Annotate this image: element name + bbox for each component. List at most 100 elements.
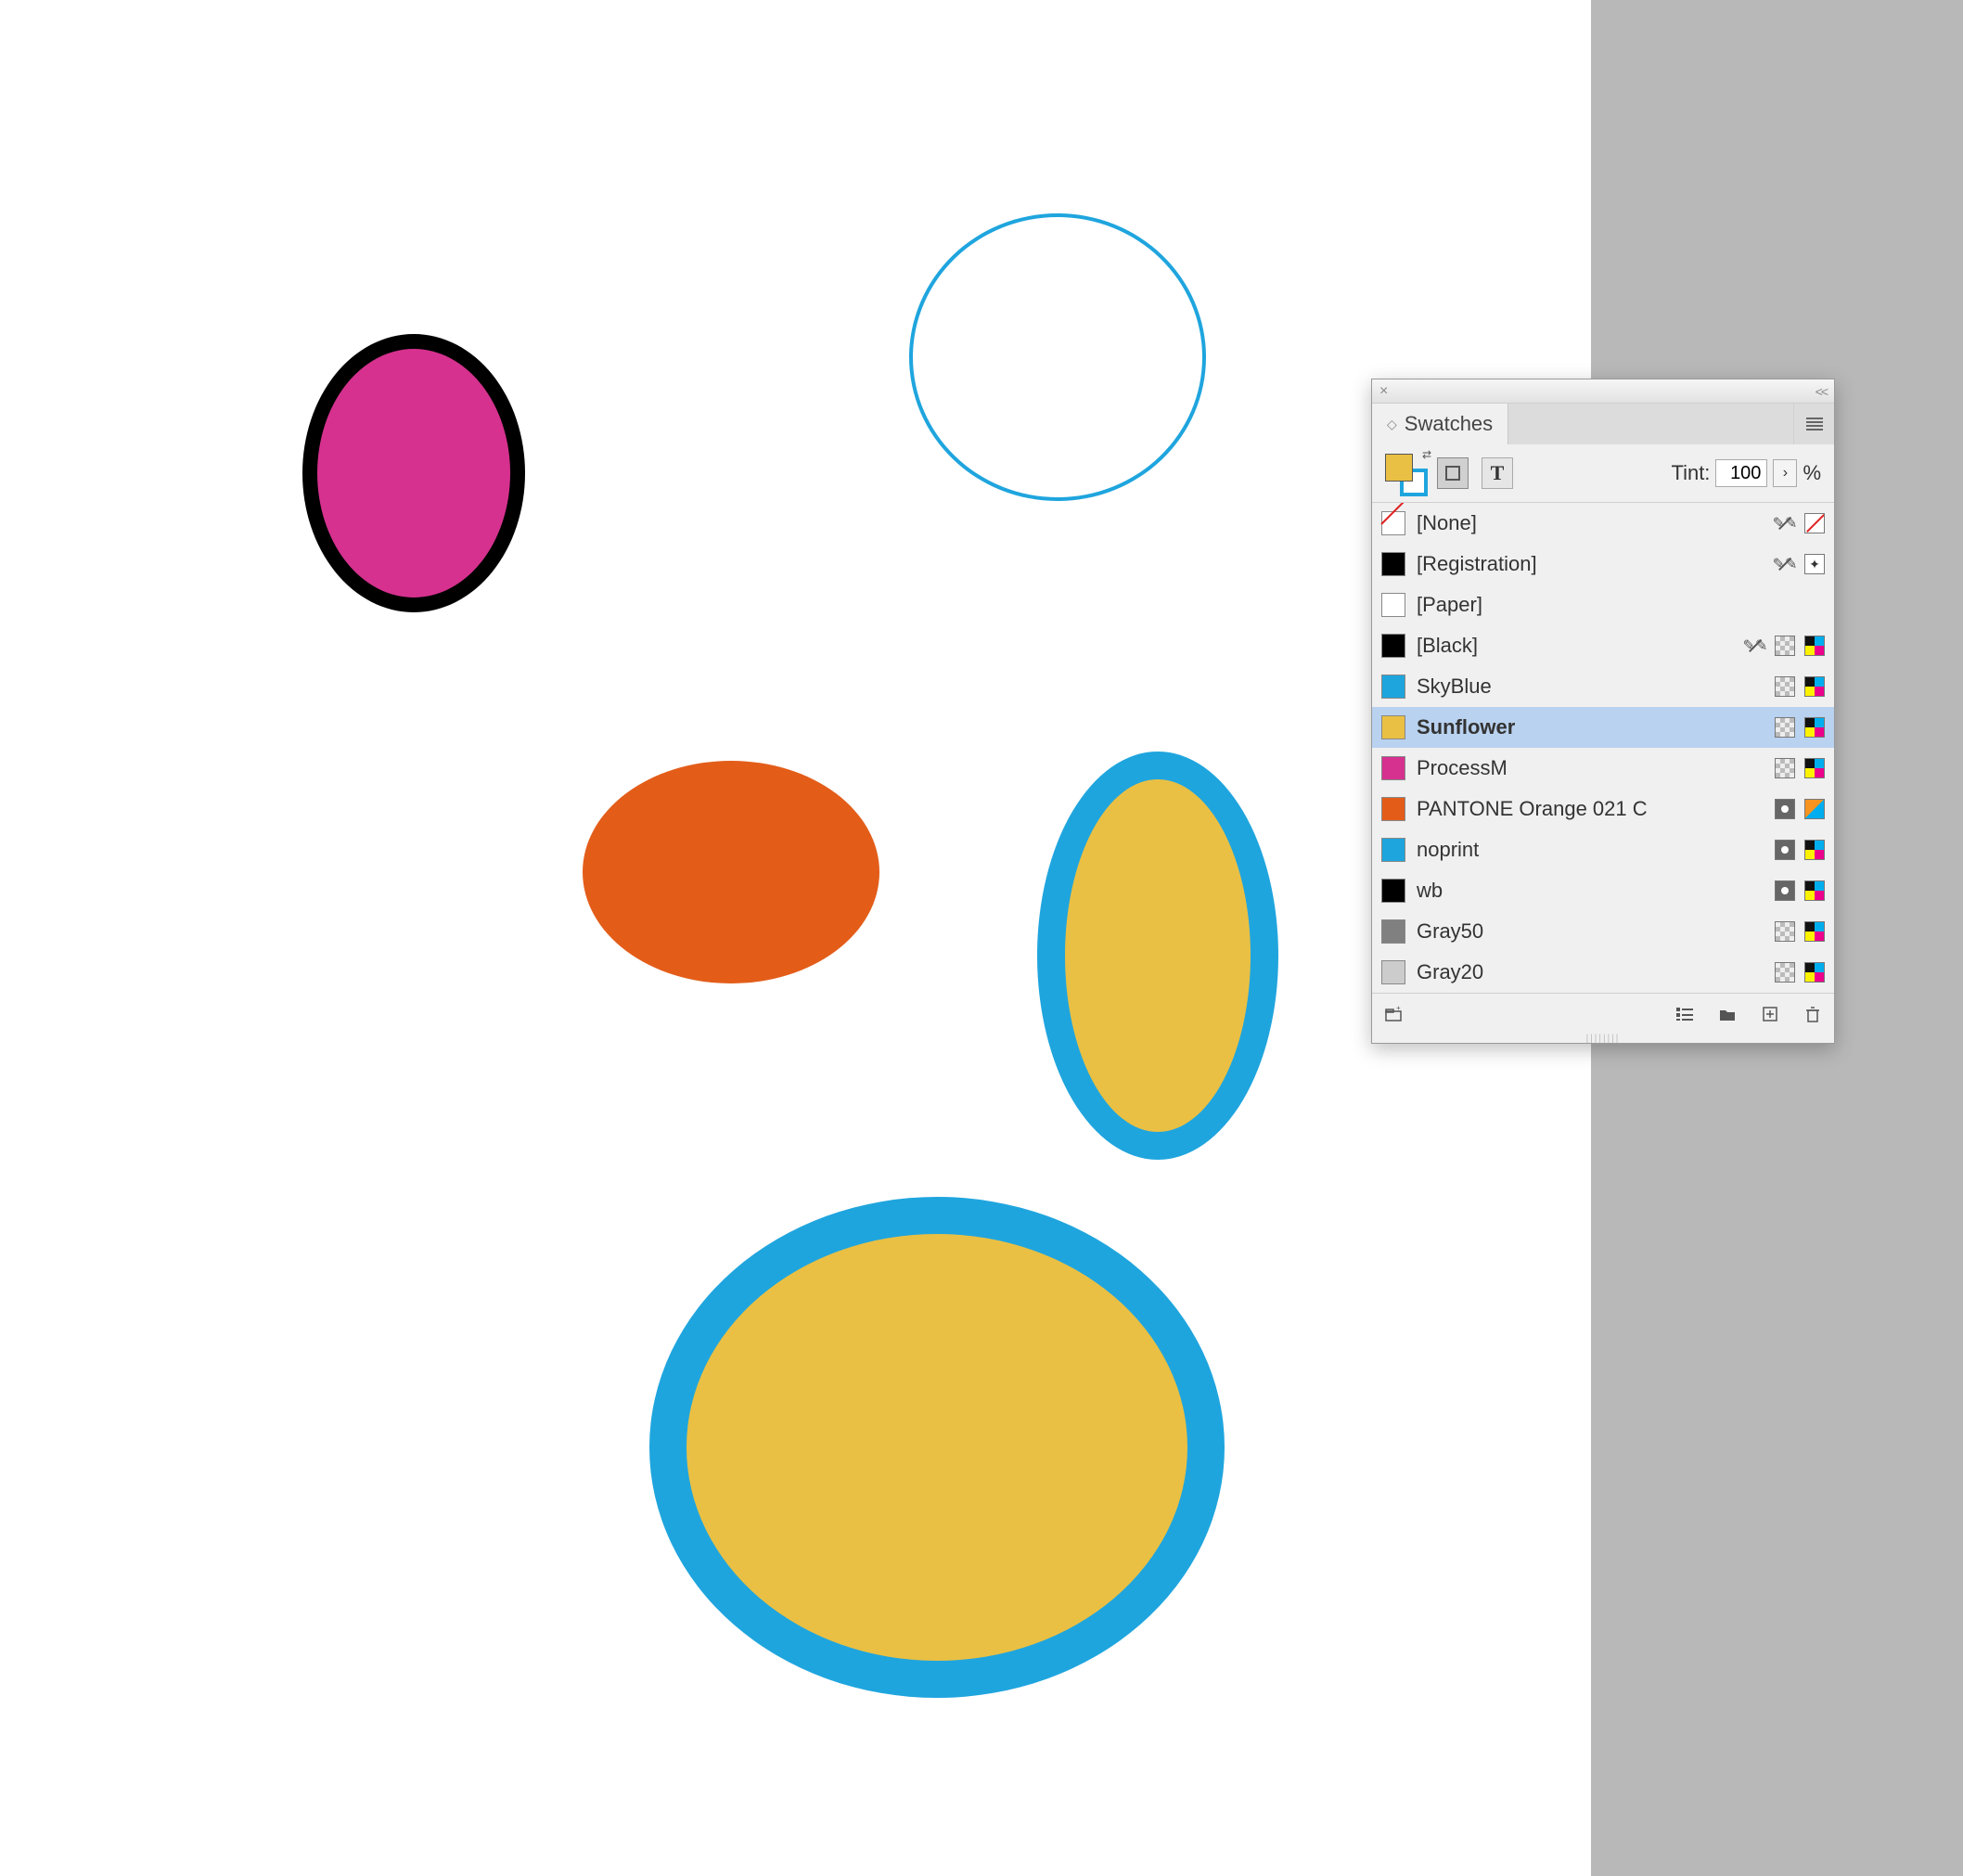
swatch-name: noprint — [1417, 838, 1764, 862]
hamburger-icon — [1806, 418, 1823, 430]
not-editable-icon: ✎ — [1775, 513, 1795, 533]
cmyk-mode-icon — [1804, 962, 1825, 983]
swatch-type-icons — [1775, 799, 1825, 819]
swatch-libraries-icon[interactable] — [1715, 1002, 1739, 1026]
not-editable-icon: ✎ — [1775, 554, 1795, 574]
swap-fill-stroke-icon[interactable]: ⇄ — [1422, 448, 1431, 461]
swatch-chip — [1381, 797, 1405, 821]
global-swatch-icon — [1775, 636, 1795, 656]
swatch-row[interactable]: Gray50 — [1372, 911, 1834, 952]
collapse-icon[interactable]: << — [1815, 384, 1827, 399]
swatch-row[interactable]: [Paper] — [1372, 585, 1834, 625]
swatch-name: SkyBlue — [1417, 675, 1764, 699]
swatch-type-icons — [1775, 921, 1825, 942]
swatch-chip — [1381, 552, 1405, 576]
tab-swatches[interactable]: ◇ Swatches — [1372, 404, 1508, 444]
swatches-panel: × << ◇ Swatches ⇄ T — [1371, 379, 1835, 1044]
tint-stepper[interactable]: › — [1773, 459, 1797, 487]
orange-ellipse[interactable] — [583, 761, 879, 983]
fill-proxy[interactable] — [1385, 454, 1413, 482]
swatch-chip — [1381, 715, 1405, 739]
swatch-name: wb — [1417, 879, 1764, 903]
swatch-name: Sunflower — [1417, 715, 1764, 739]
sunflower-large-ellipse[interactable] — [649, 1197, 1225, 1698]
swatch-chip — [1381, 675, 1405, 699]
swatch-name: PANTONE Orange 021 C — [1417, 797, 1764, 821]
cmyk-mode-icon — [1804, 758, 1825, 778]
color-mode-icon — [1804, 799, 1825, 819]
magenta-ellipse[interactable] — [302, 334, 525, 612]
tint-input[interactable] — [1715, 459, 1767, 487]
swatch-chip — [1381, 593, 1405, 617]
swatch-chip — [1381, 634, 1405, 658]
swatch-row[interactable]: [Black] ✎ — [1372, 625, 1834, 666]
swatch-chip — [1381, 756, 1405, 780]
swatch-name: Gray20 — [1417, 960, 1764, 984]
tint-control: Tint: › % — [1671, 459, 1821, 487]
fill-stroke-proxy[interactable]: ⇄ — [1385, 454, 1424, 493]
swatch-chip — [1381, 838, 1405, 862]
swatch-row[interactable]: [Registration]✎ — [1372, 544, 1834, 585]
swatch-chip — [1381, 919, 1405, 944]
app-viewport: × << ◇ Swatches ⇄ T — [0, 0, 1963, 1876]
swatch-row[interactable]: Sunflower — [1372, 707, 1834, 748]
panel-footer: + — [1372, 993, 1834, 1034]
new-color-group-icon[interactable]: + — [1381, 1002, 1405, 1026]
swatch-row[interactable]: ProcessM — [1372, 748, 1834, 789]
delete-swatch-icon[interactable] — [1801, 1002, 1825, 1026]
panel-tab-bar: ◇ Swatches — [1372, 404, 1834, 444]
tint-label: Tint: — [1671, 461, 1710, 485]
document-canvas[interactable] — [0, 0, 1591, 1876]
cmyk-mode-icon — [1804, 676, 1825, 697]
skyblue-circle-outline[interactable] — [909, 213, 1206, 501]
swatch-row[interactable]: SkyBlue — [1372, 666, 1834, 707]
cmyk-mode-icon — [1804, 717, 1825, 738]
swatch-name: [Paper] — [1417, 593, 1814, 617]
global-swatch-icon — [1775, 758, 1795, 778]
swatch-chip — [1381, 960, 1405, 984]
tab-handle-icon: ◇ — [1387, 417, 1397, 432]
swatch-type-icons — [1775, 962, 1825, 983]
swatch-type-icons — [1775, 717, 1825, 738]
swatch-row[interactable]: Gray20 — [1372, 952, 1834, 993]
swatch-type-icons — [1775, 840, 1825, 860]
swatch-name: ProcessM — [1417, 756, 1764, 780]
swatch-chip — [1381, 879, 1405, 903]
cmyk-mode-icon — [1804, 636, 1825, 656]
panel-menu-button[interactable] — [1793, 404, 1834, 444]
swatch-type-icons — [1775, 676, 1825, 697]
text-icon: T — [1491, 461, 1505, 485]
container-formatting-button[interactable] — [1437, 457, 1469, 489]
swatch-row[interactable]: noprint — [1372, 829, 1834, 870]
swatch-name: [None] — [1417, 511, 1764, 535]
panel-titlebar[interactable]: × << — [1372, 379, 1834, 404]
tab-label: Swatches — [1405, 412, 1493, 436]
swatch-views-icon[interactable] — [1673, 1002, 1697, 1026]
global-swatch-icon — [1775, 676, 1795, 697]
swatch-type-icons — [1775, 880, 1825, 901]
cmyk-mode-icon — [1804, 921, 1825, 942]
swatch-name: [Black] — [1417, 634, 1734, 658]
text-formatting-button[interactable]: T — [1482, 457, 1513, 489]
registration-type-icon — [1804, 554, 1825, 574]
swatch-type-icons — [1775, 758, 1825, 778]
close-icon[interactable]: × — [1379, 384, 1388, 399]
swatch-type-icons: ✎ — [1775, 554, 1825, 574]
swatch-row[interactable]: PANTONE Orange 021 C — [1372, 789, 1834, 829]
spot-color-icon — [1775, 799, 1795, 819]
global-swatch-icon — [1775, 921, 1795, 942]
spot-color-icon — [1775, 880, 1795, 901]
swatch-row[interactable]: [None] ✎ — [1372, 503, 1834, 544]
container-icon — [1445, 466, 1460, 481]
cmyk-mode-icon — [1804, 840, 1825, 860]
swatch-type-icons: ✎ — [1745, 636, 1825, 656]
spot-color-icon — [1775, 840, 1795, 860]
svg-text:+: + — [1396, 1004, 1401, 1012]
swatch-row[interactable]: wb — [1372, 870, 1834, 911]
cmyk-mode-icon — [1804, 880, 1825, 901]
sunflower-small-ellipse[interactable] — [1037, 752, 1278, 1160]
tint-unit: % — [1803, 461, 1821, 485]
new-swatch-icon[interactable] — [1758, 1002, 1782, 1026]
resize-grip[interactable]: |||||||| — [1372, 1034, 1834, 1043]
swatch-list[interactable]: [None]✎[Registration]✎[Paper][Black]✎Sky… — [1372, 503, 1834, 993]
